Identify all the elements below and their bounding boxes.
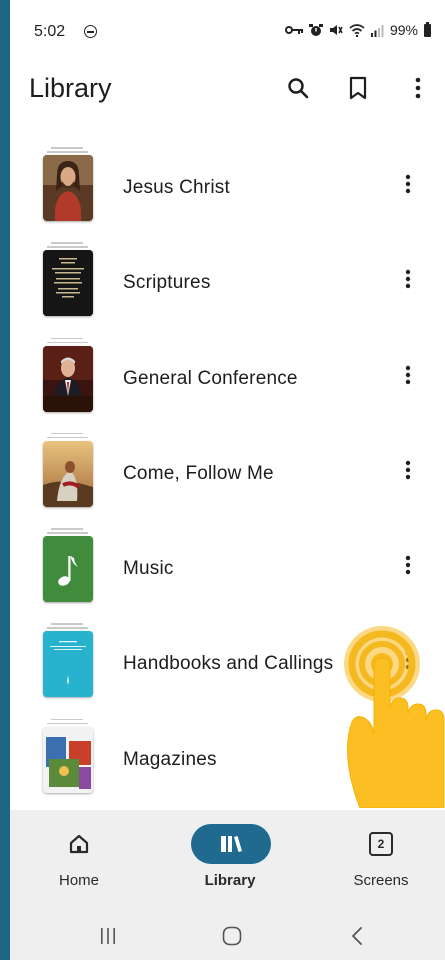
status-bar: 5:02 99%: [10, 0, 445, 62]
item-label: Magazines: [123, 748, 217, 770]
library-item-handbooks-and-callings[interactable]: Handbooks and Callings: [10, 616, 445, 711]
library-item-scriptures[interactable]: Scriptures: [10, 235, 445, 330]
bookmark-icon: [349, 76, 367, 100]
nav-screens[interactable]: 2 Screens: [321, 824, 441, 904]
scriptures-cover-image: [43, 250, 93, 317]
item-more-button[interactable]: [394, 549, 422, 581]
item-label: General Conference: [123, 367, 298, 389]
search-button[interactable]: [278, 68, 318, 108]
item-label: Come, Follow Me: [123, 462, 274, 484]
more-vert-icon: [415, 77, 421, 99]
item-label: Music: [123, 558, 174, 580]
item-more-button[interactable]: [394, 359, 422, 391]
home-circle-icon: [222, 926, 242, 946]
handbooks-cover-image: [43, 631, 93, 698]
wifi-icon: [349, 23, 365, 37]
library-item-jesus-christ[interactable]: Jesus Christ: [10, 140, 445, 235]
search-icon: [288, 78, 309, 99]
status-time: 5:02: [34, 23, 66, 40]
come-follow-me-painting-image: [43, 440, 93, 507]
library-item-magazines[interactable]: Magazines: [10, 712, 445, 807]
system-back-button[interactable]: [337, 922, 377, 950]
bookmarks-button[interactable]: [338, 68, 378, 108]
more-vert-icon: [405, 460, 411, 480]
page-title: Library: [29, 73, 112, 103]
mute-icon: [329, 25, 343, 35]
general-conference-speaker-image: [43, 345, 93, 412]
overflow-menu-button[interactable]: [398, 68, 438, 108]
collection-thumbnail: [42, 718, 94, 794]
nav-screens-label: Screens: [353, 872, 409, 889]
vpn-key-icon: [284, 26, 303, 34]
magazines-cover-image: [43, 726, 93, 793]
back-chevron-icon: [352, 927, 362, 945]
more-vert-icon: [405, 174, 411, 194]
bottom-navigation: Home Library 2 Screens: [10, 810, 445, 910]
library-item-music[interactable]: Music: [10, 521, 445, 616]
battery-percent: 99%: [389, 22, 418, 38]
battery-icon: [424, 21, 431, 37]
item-label: Jesus Christ: [123, 177, 230, 198]
status-icons: 99%: [284, 21, 431, 38]
collection-thumbnail: [42, 432, 94, 508]
nav-library-label: Library: [204, 872, 256, 889]
item-more-button[interactable]: [394, 263, 422, 295]
app-screen: 5:02 99% Library Jesus Christ Scriptures…: [10, 0, 445, 960]
more-vert-icon: [405, 651, 411, 670]
screens-count-badge: 2: [369, 832, 393, 856]
nav-library[interactable]: Library: [170, 824, 290, 904]
system-navigation-bar: [10, 910, 445, 960]
more-vert-icon: [405, 270, 411, 289]
app-bar: Library: [10, 62, 445, 118]
do-not-disturb-icon: [84, 25, 97, 38]
collection-thumbnail: [42, 337, 94, 413]
collection-thumbnail: [42, 528, 94, 603]
library-books-icon: [221, 836, 242, 852]
recents-icon: [101, 928, 115, 944]
signal-icon: [370, 24, 384, 37]
item-more-button[interactable]: [394, 168, 422, 200]
jesus-christ-portrait-image: [43, 155, 93, 221]
item-label: Scriptures: [123, 272, 211, 294]
collection-thumbnail: [42, 147, 94, 222]
music-cover-image: [43, 536, 93, 603]
library-list: Jesus Christ Scriptures General Conferen…: [10, 140, 445, 807]
library-item-come-follow-me[interactable]: Come, Follow Me: [10, 426, 445, 521]
item-more-button[interactable]: [394, 644, 422, 676]
collection-thumbnail: [42, 623, 94, 698]
home-icon: [69, 834, 89, 854]
recents-button[interactable]: [88, 922, 128, 950]
item-more-button[interactable]: [394, 454, 422, 486]
collection-thumbnail: [42, 242, 94, 317]
more-vert-icon: [405, 365, 411, 384]
nav-home-label: Home: [58, 872, 99, 889]
system-home-button[interactable]: [212, 922, 252, 950]
item-label: Handbooks and Callings: [123, 653, 334, 675]
library-item-general-conference[interactable]: General Conference: [10, 331, 445, 426]
more-vert-icon: [405, 555, 411, 575]
alarm-icon: [308, 24, 323, 36]
nav-home[interactable]: Home: [19, 824, 139, 904]
